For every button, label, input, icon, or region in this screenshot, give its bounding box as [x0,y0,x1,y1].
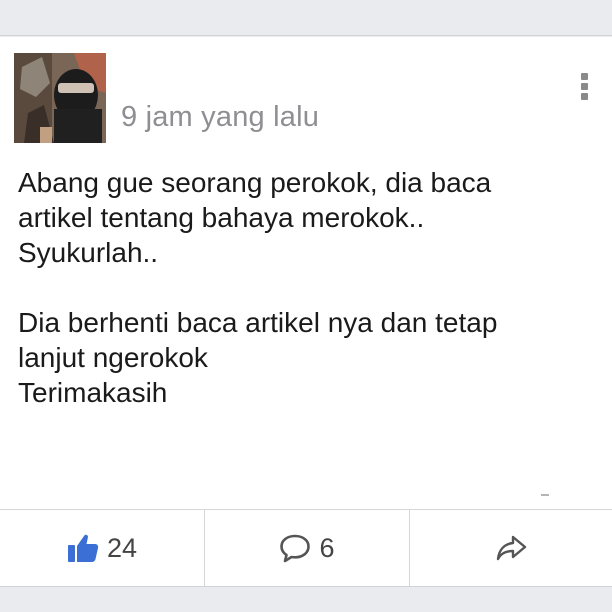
post-blank-line [18,270,598,305]
post-body: Abang gue seorang perokok, dia baca arti… [18,165,598,410]
post-line: lanjut ngerokok [18,342,208,373]
avatar-image [14,53,106,143]
post-line: Syukurlah.. [18,237,159,268]
comment-bubble-icon [280,534,311,563]
top-background-strip [0,0,612,36]
more-options-button[interactable] [575,73,593,105]
post-line: Terimakasih [18,377,168,408]
comment-count: 6 [319,532,335,563]
post-line: Dia berhenti baca artikel nya dan tetap [18,307,498,338]
post-action-bar: 24 6 [0,509,612,586]
bottom-background-strip [0,586,612,612]
like-count: 24 [106,532,138,563]
share-arrow-icon [496,535,527,561]
thumbs-up-icon [67,534,99,562]
post-timestamp: 9 jam yang lalu [121,101,320,133]
post-line: Abang gue seorang perokok, dia baca [18,167,492,198]
post-line: artikel tentang bahaya merokok.. [18,202,425,233]
divider-mark [541,494,549,496]
avatar[interactable] [14,53,106,143]
like-button[interactable]: 24 [0,510,204,586]
more-vertical-icon [580,73,588,80]
share-button[interactable] [409,510,612,586]
post-card: 9 jam yang lalu Abang gue seorang peroko… [0,37,612,586]
comment-button[interactable]: 6 [204,510,409,586]
